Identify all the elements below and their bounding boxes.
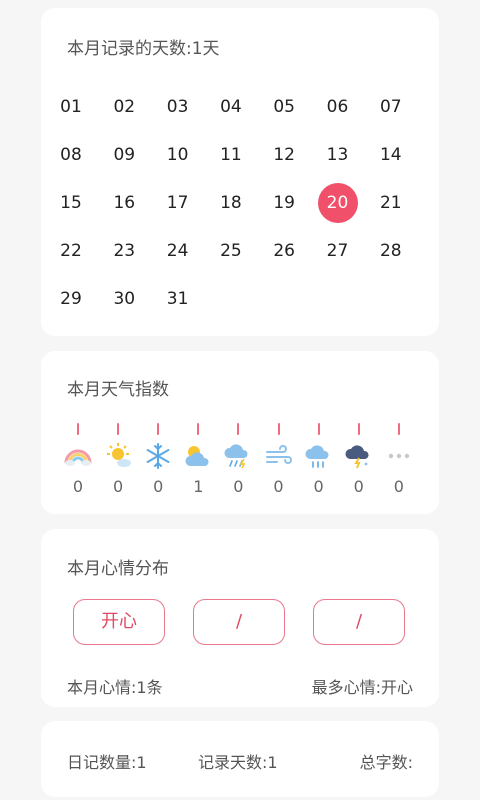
weather-item: 0 [301, 423, 337, 496]
calendar-day-01[interactable]: 01 [51, 87, 91, 127]
weather-tick [277, 423, 280, 435]
weather-item: 0 [60, 423, 96, 496]
sun-icon [103, 441, 133, 471]
calendar-day-29[interactable]: 29 [51, 279, 91, 319]
calendar-day-14[interactable]: 14 [371, 135, 411, 175]
record-days: 记录天数:1 [198, 753, 278, 772]
calendar-card: 本月记录的天数:1天 01 02 03 04 05 06 07 08 09 10 11 12 13 14 1… [41, 8, 439, 336]
wind-icon [264, 441, 294, 471]
calendar-day-27[interactable]: 27 [318, 231, 358, 271]
calendar-day-17[interactable]: 17 [158, 183, 198, 223]
weather-count: 0 [233, 477, 244, 496]
weather-tick [117, 423, 120, 435]
weather-tick [77, 423, 79, 435]
total-words: 总字数: [359, 753, 413, 772]
weather-item: 0 [220, 423, 256, 496]
calendar-day-28[interactable]: 28 [371, 231, 411, 271]
mood-count: 本月心情:1条 [67, 678, 163, 697]
weather-count: 1 [193, 477, 204, 496]
calendar-day-06[interactable]: 06 [318, 87, 358, 127]
top-mood: 最多心情:开心 [311, 678, 413, 697]
weather-card: 本月天气指数 0 0 0 1 0 0 0 0 0 [41, 351, 439, 514]
calendar-day-03[interactable]: 03 [158, 87, 198, 127]
weather-title: 本月天气指数 [67, 380, 169, 400]
weather-tick [237, 423, 240, 435]
weather-item: 0 [381, 423, 417, 496]
mood-card: 本月心情分布 开心 / / 本月心情:1条 最多心情:开心 [41, 529, 439, 707]
calendar-day-26[interactable]: 26 [264, 231, 304, 271]
calendar-day-25[interactable]: 25 [211, 231, 251, 271]
calendar-day-11[interactable]: 11 [211, 135, 251, 175]
weather-count: 0 [393, 477, 404, 496]
thunderstorm-icon [344, 441, 374, 471]
weather-count: 0 [353, 477, 364, 496]
more-icon [384, 441, 414, 471]
weather-tick [157, 423, 160, 435]
stats-card: 日记数量:1 记录天数:1 总字数: [41, 721, 439, 797]
mood-button-2[interactable]: / [193, 599, 285, 645]
mood-title: 本月心情分布 [67, 559, 169, 579]
calendar-day-23[interactable]: 23 [104, 231, 144, 271]
calendar-day-31[interactable]: 31 [158, 279, 198, 319]
calendar-day-21[interactable]: 21 [371, 183, 411, 223]
calendar-day-02[interactable]: 02 [104, 87, 144, 127]
calendar-day-20[interactable]: 20 [317, 183, 358, 223]
calendar-day-30[interactable]: 30 [104, 279, 144, 319]
weather-tick [317, 423, 320, 435]
calendar-day-05[interactable]: 05 [264, 87, 304, 127]
weather-count: 0 [153, 477, 164, 496]
calendar-day-22[interactable]: 22 [51, 231, 91, 271]
snowflake-icon [143, 441, 173, 471]
calendar-day-19[interactable]: 19 [264, 183, 304, 223]
calendar-day-09[interactable]: 09 [104, 135, 144, 175]
rain-cloud-icon [304, 441, 334, 471]
calendar-day-15[interactable]: 15 [51, 183, 91, 223]
weather-count: 0 [313, 477, 324, 496]
weather-tick [397, 423, 400, 435]
diary-count: 日记数量:1 [67, 753, 147, 772]
calendar-day-16[interactable]: 16 [104, 183, 144, 223]
calendar-day-13[interactable]: 13 [318, 135, 358, 175]
weather-item: 0 [100, 423, 136, 496]
calendar-day-08[interactable]: 08 [51, 135, 91, 175]
weather-count: 0 [72, 477, 84, 496]
weather-item: 0 [261, 423, 297, 496]
partly-cloudy-icon [183, 441, 213, 471]
calendar-day-18[interactable]: 18 [211, 183, 251, 223]
calendar-title: 本月记录的天数:1天 [67, 39, 220, 59]
calendar-day-12[interactable]: 12 [264, 135, 304, 175]
weather-tick [357, 423, 360, 435]
calendar-day-10[interactable]: 10 [158, 135, 198, 175]
weather-item: 1 [180, 423, 216, 496]
mood-button-3[interactable]: / [313, 599, 405, 645]
thunder-rain-icon [223, 441, 253, 471]
rainbow-icon [63, 441, 93, 471]
calendar-day-07[interactable]: 07 [371, 87, 411, 127]
weather-count: 0 [113, 477, 124, 496]
mood-button-1[interactable]: 开心 [73, 599, 165, 645]
weather-count: 0 [273, 477, 284, 496]
calendar-day-04[interactable]: 04 [211, 87, 251, 127]
calendar-day-24[interactable]: 24 [158, 231, 198, 271]
weather-tick [197, 423, 200, 435]
weather-item: 0 [140, 423, 176, 496]
weather-item: 0 [341, 423, 377, 496]
